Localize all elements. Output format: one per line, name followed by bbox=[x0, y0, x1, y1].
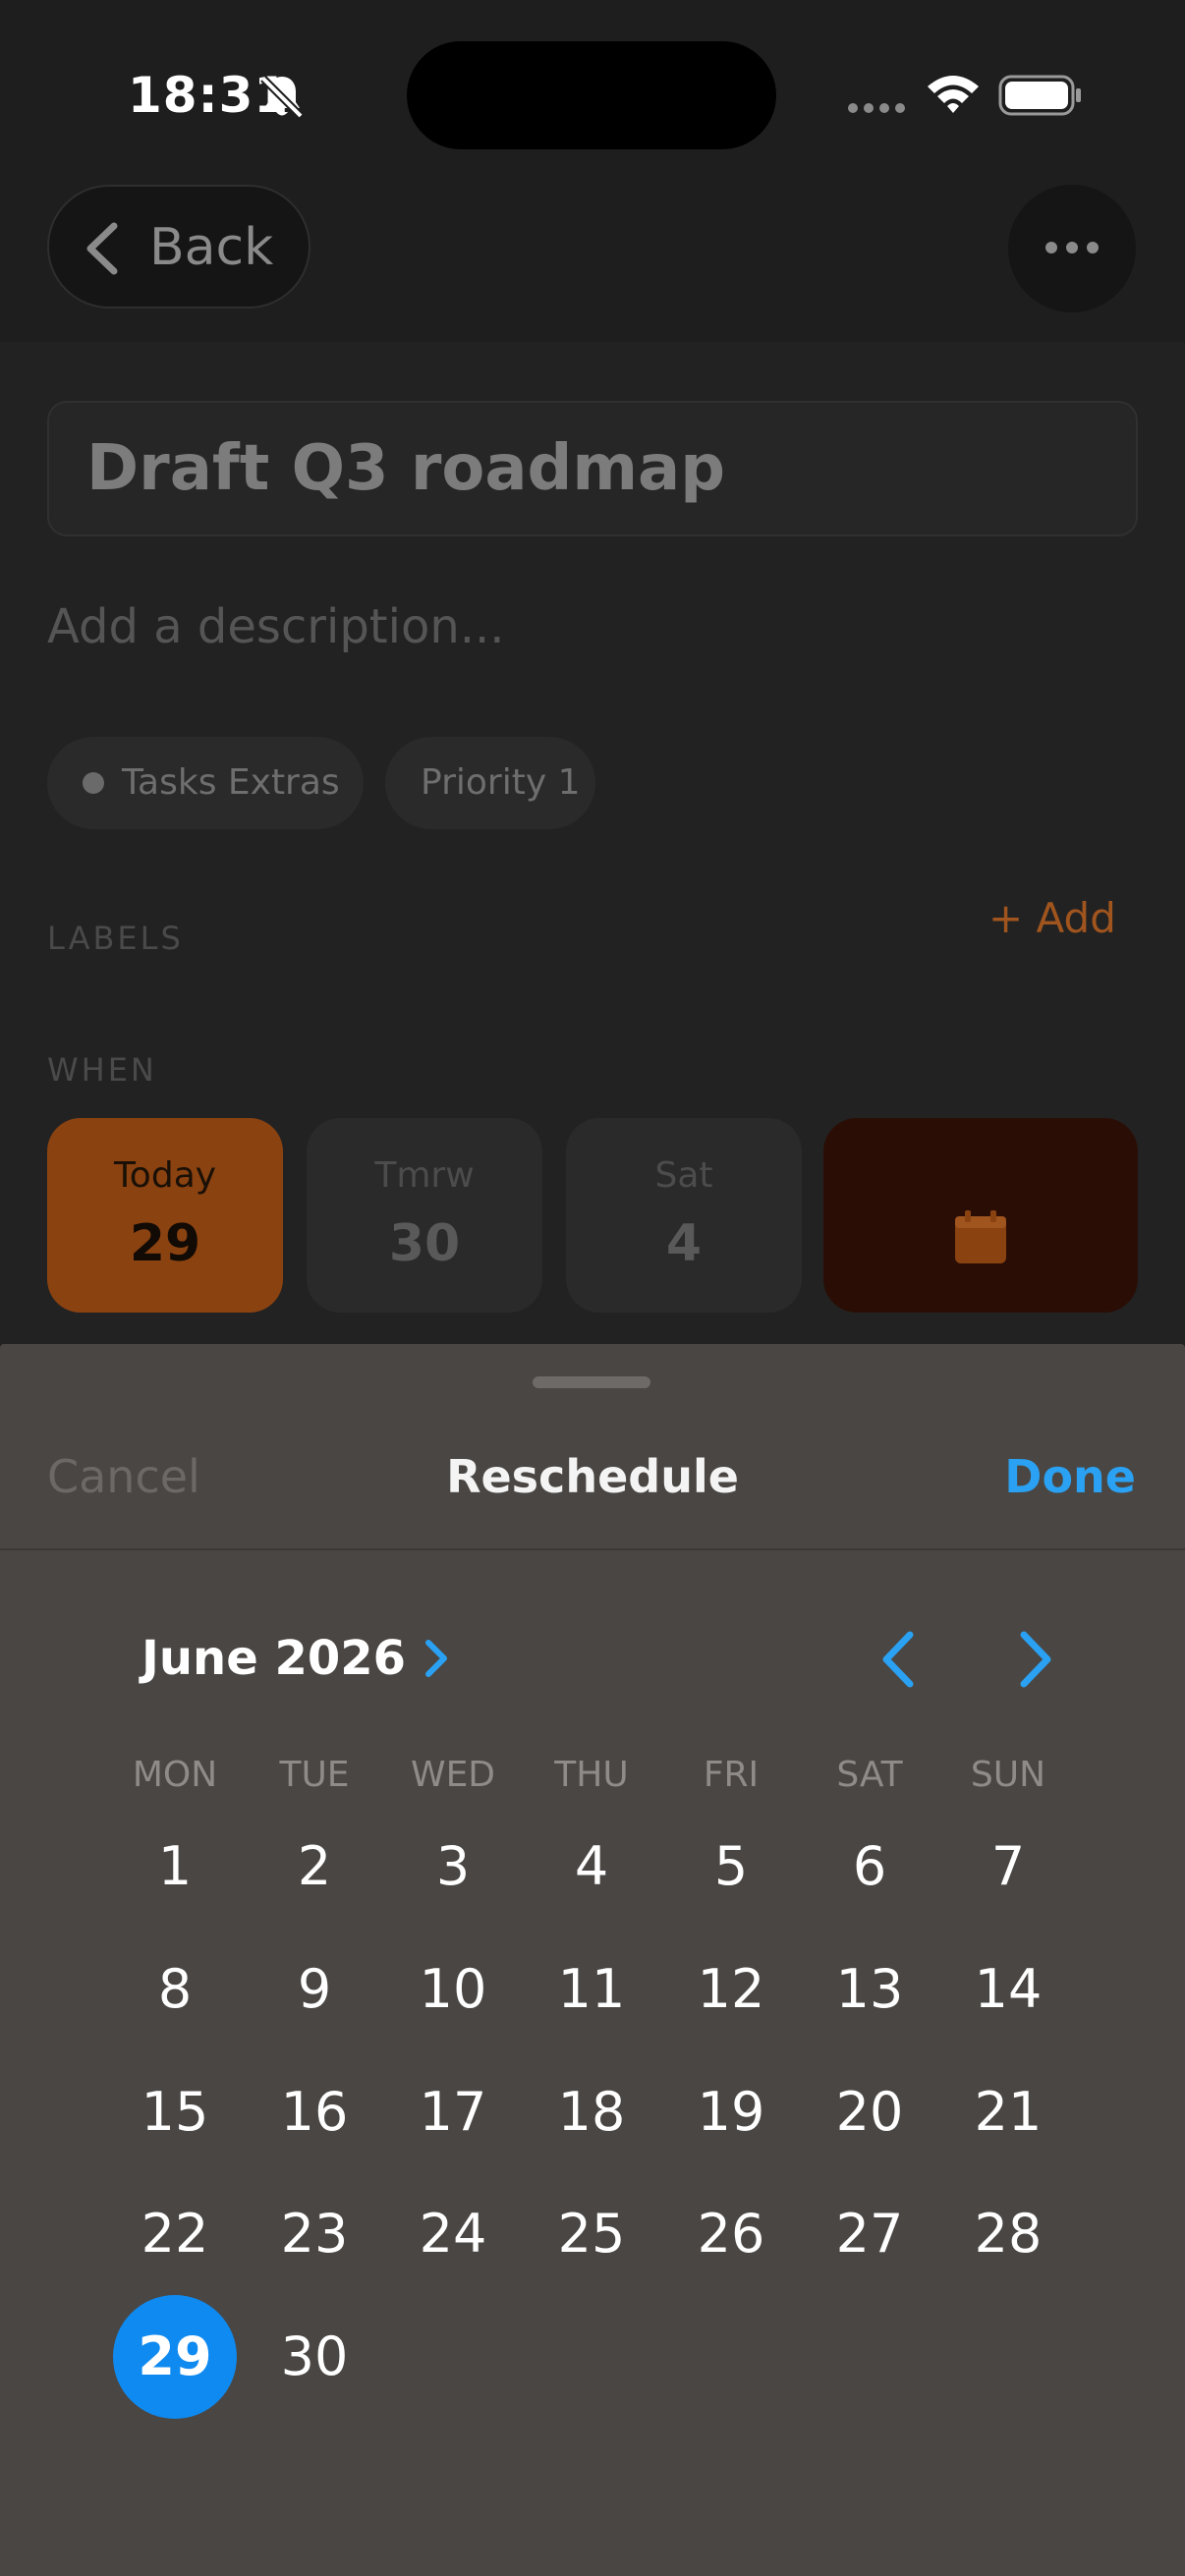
calendar-day-29[interactable]: 29 bbox=[113, 2295, 237, 2419]
calendar-day-23[interactable]: 23 bbox=[253, 2172, 376, 2296]
home-indicator bbox=[405, 2548, 778, 2560]
calendar-day-28[interactable]: 28 bbox=[946, 2172, 1070, 2296]
sheet-grabber[interactable] bbox=[533, 1376, 650, 1388]
date-option-label: Sat bbox=[654, 1155, 713, 1196]
month-picker-button[interactable]: June 2026 bbox=[141, 1619, 449, 1698]
wifi-icon bbox=[928, 76, 979, 113]
calendar-icon bbox=[955, 1210, 1006, 1263]
task-body: Draft Q3 roadmap Add a description... Ta… bbox=[0, 342, 1185, 1344]
date-option-label: Tmrw bbox=[374, 1155, 475, 1196]
priority-chip[interactable]: Priority 1 bbox=[385, 737, 595, 829]
date-option-day: 30 bbox=[388, 1214, 461, 1273]
calendar-day-7[interactable]: 7 bbox=[946, 1805, 1070, 1929]
calendar-day-18[interactable]: 18 bbox=[530, 2050, 653, 2174]
project-chip[interactable]: Tasks Extras bbox=[47, 737, 364, 829]
chevron-left-icon bbox=[86, 222, 118, 275]
calendar-day-27[interactable]: 27 bbox=[808, 2172, 931, 2296]
calendar-day-10[interactable]: 10 bbox=[391, 1928, 515, 2051]
next-month-button[interactable] bbox=[1000, 1625, 1069, 1694]
calendar-day-22[interactable]: 22 bbox=[113, 2172, 237, 2296]
calendar-day-24[interactable]: 24 bbox=[391, 2172, 515, 2296]
back-button[interactable]: Back bbox=[47, 185, 310, 308]
battery-icon bbox=[998, 75, 1081, 116]
calendar-day-20[interactable]: 20 bbox=[808, 2050, 931, 2174]
back-label: Back bbox=[149, 218, 274, 277]
weekday-label: MON bbox=[132, 1755, 218, 1795]
sheet-header: Cancel Reschedule Done bbox=[0, 1413, 1185, 1550]
calendar-day-26[interactable]: 26 bbox=[669, 2172, 793, 2296]
dynamic-island bbox=[407, 41, 776, 149]
calendar-day-2[interactable]: 2 bbox=[253, 1805, 376, 1929]
date-option-pick-date[interactable] bbox=[823, 1118, 1138, 1313]
labels-section-label: LABELS bbox=[47, 920, 184, 957]
when-section-label: WHEN bbox=[47, 1051, 157, 1089]
weekday-label: TUE bbox=[279, 1755, 350, 1795]
reschedule-sheet: Cancel Reschedule Done June 2026 MON TUE… bbox=[0, 1344, 1185, 2576]
add-label-button[interactable]: + Add bbox=[988, 894, 1116, 942]
calendar-day-9[interactable]: 9 bbox=[253, 1928, 376, 2051]
weekday-label: SUN bbox=[970, 1755, 1046, 1795]
weekday-label: FRI bbox=[703, 1755, 760, 1795]
calendar-day-21[interactable]: 21 bbox=[946, 2050, 1070, 2174]
calendar-day-14[interactable]: 14 bbox=[946, 1928, 1070, 2051]
month-row: June 2026 bbox=[0, 1609, 1185, 1708]
date-option-tomorrow[interactable]: Tmrw 30 bbox=[307, 1118, 542, 1313]
calendar-day-16[interactable]: 16 bbox=[253, 2050, 376, 2174]
calendar-day-1[interactable]: 1 bbox=[113, 1805, 237, 1929]
calendar-day-11[interactable]: 11 bbox=[530, 1928, 653, 2051]
weekday-label: WED bbox=[410, 1755, 496, 1795]
calendar-day-6[interactable]: 6 bbox=[808, 1805, 931, 1929]
cellular-signal-icon bbox=[848, 103, 905, 113]
calendar-day-3[interactable]: 3 bbox=[391, 1805, 515, 1929]
priority-chip-label: Priority 1 bbox=[421, 762, 581, 803]
date-option-label: Today bbox=[113, 1155, 217, 1196]
project-color-dot bbox=[83, 772, 104, 794]
nav-bar: Back bbox=[0, 157, 1185, 344]
date-option-day: 4 bbox=[665, 1214, 703, 1273]
calendar-day-19[interactable]: 19 bbox=[669, 2050, 793, 2174]
calendar-day-13[interactable]: 13 bbox=[808, 1928, 931, 2051]
month-label: June 2026 bbox=[141, 1631, 407, 1686]
ellipsis-icon bbox=[1045, 242, 1099, 253]
date-option-saturday[interactable]: Sat 4 bbox=[566, 1118, 802, 1313]
project-chip-label: Tasks Extras bbox=[122, 762, 340, 803]
date-option-today[interactable]: Today 29 bbox=[47, 1118, 283, 1313]
weekday-label: SAT bbox=[836, 1755, 903, 1795]
chevron-right-icon bbox=[425, 1640, 448, 1677]
task-title-text: Draft Q3 roadmap bbox=[86, 432, 726, 505]
done-button[interactable]: Done bbox=[1004, 1450, 1136, 1503]
calendar-day-8[interactable]: 8 bbox=[113, 1928, 237, 2051]
calendar-day-5[interactable]: 5 bbox=[669, 1805, 793, 1929]
prev-month-button[interactable] bbox=[865, 1625, 933, 1694]
calendar-day-25[interactable]: 25 bbox=[530, 2172, 653, 2296]
weekday-label: THU bbox=[554, 1755, 629, 1795]
calendar-day-12[interactable]: 12 bbox=[669, 1928, 793, 2051]
task-title-field[interactable]: Draft Q3 roadmap bbox=[47, 401, 1138, 536]
date-option-day: 29 bbox=[129, 1214, 201, 1273]
bell-slash-icon bbox=[260, 76, 304, 119]
chevron-right-icon bbox=[1020, 1631, 1051, 1688]
calendar-day-15[interactable]: 15 bbox=[113, 2050, 237, 2174]
calendar-day-30[interactable]: 30 bbox=[253, 2295, 376, 2419]
chevron-left-icon bbox=[882, 1631, 914, 1688]
more-options-button[interactable] bbox=[1008, 185, 1136, 312]
task-detail-screen: 18:31 Back Draft Q3 roadmap Add a descri… bbox=[0, 0, 1185, 2576]
calendar-day-4[interactable]: 4 bbox=[530, 1805, 653, 1929]
calendar-day-17[interactable]: 17 bbox=[391, 2050, 515, 2174]
description-field[interactable]: Add a description... bbox=[47, 599, 505, 654]
